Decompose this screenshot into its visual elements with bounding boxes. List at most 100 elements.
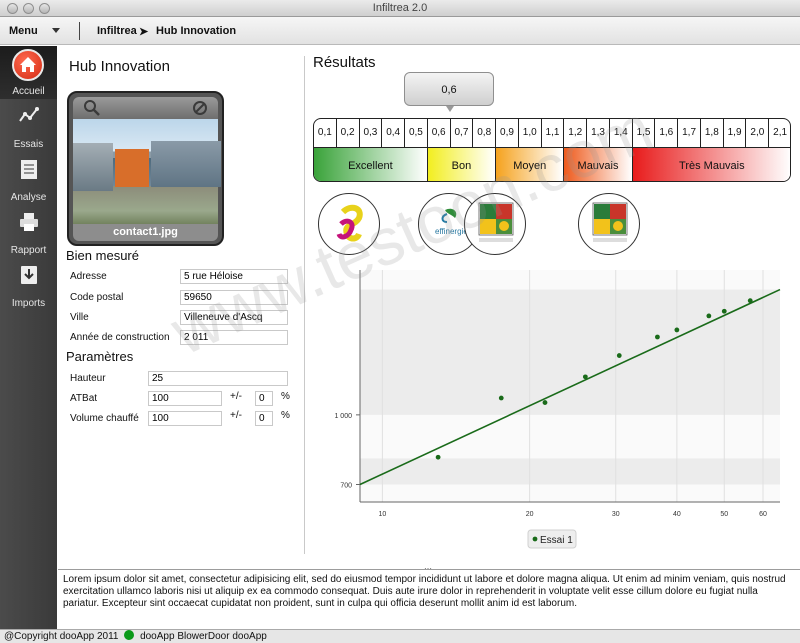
menu-button[interactable]: Menu [9, 25, 38, 37]
x-tick-label: 10 [378, 511, 386, 518]
plot-band [360, 289, 780, 415]
volume-tolerance-label: +/- [230, 410, 242, 421]
volume-chauffe-field[interactable] [148, 411, 222, 426]
status-bar: @Copyright dooApp 2011 dooApp BlowerDoor… [0, 629, 800, 643]
scale-tick-2: 0,3 [360, 119, 383, 147]
x-tick-label: 30 [612, 511, 620, 518]
scale-tick-11: 1,2 [564, 119, 588, 147]
sidebar-item-label: Imports [11, 298, 46, 309]
breadcrumb-separator-icon: ➤ [139, 26, 149, 38]
breadcrumb-root[interactable]: Infiltrea [97, 25, 137, 37]
data-point [616, 353, 622, 358]
flow-chart: 10 20 30 40 50 60 700 1 000 Essai 1 [330, 262, 790, 552]
x-tick-label: 20 [526, 511, 534, 518]
copyright-text: @Copyright dooApp 2011 [4, 631, 119, 642]
scale-tick-8: 0,9 [496, 119, 519, 147]
effinergie-swirl-icon [336, 204, 363, 242]
sidebar-item-accueil[interactable]: Accueil [0, 46, 57, 99]
photo-caption: contact1.jpg [73, 224, 218, 241]
download-icon [21, 266, 37, 284]
logo-pointer [345, 187, 353, 193]
permeability-scale: 0,1 0,2 0,3 0,4 0,5 0,6 0,7 0,8 0,9 1,0 1,1 1,2 1,3 1… [313, 118, 791, 182]
result-value-bubble: 0,6 [404, 72, 494, 106]
photo-toolbar [73, 97, 218, 119]
volume-unit: % [281, 410, 290, 421]
data-point [655, 334, 660, 340]
region-emblem-icon [478, 202, 514, 242]
project-title: Hub Innovation [69, 58, 170, 75]
scale-band-3: Mauvais [564, 148, 633, 181]
hauteur-field[interactable] [148, 371, 288, 386]
scale-tick-16: 1,7 [678, 119, 701, 147]
scale-tick-3: 0,4 [382, 119, 406, 147]
window-titlebar: Infiltrea 2.0 [0, 0, 800, 17]
code-postal-label: Code postal [70, 292, 124, 303]
effinergie-logo-text: effinergie [435, 227, 468, 236]
scale-tick-18: 1,9 [724, 119, 747, 147]
legend-marker [532, 536, 538, 542]
scale-tick-0: 0,1 [314, 119, 337, 147]
line-chart-icon [19, 107, 39, 122]
document-icon [21, 160, 37, 179]
plot-band [360, 458, 780, 485]
scale-tick-12: 1,3 [587, 119, 610, 147]
bien-mesure-title: Bien mesuré [66, 248, 139, 263]
sidebar-item-imports[interactable]: Imports [0, 258, 57, 311]
chevron-down-icon[interactable] [52, 28, 60, 33]
sidebar-item-label: Rapport [10, 245, 47, 256]
scale-tick-14: 1,5 [633, 119, 656, 147]
window-title: Infiltrea 2.0 [372, 2, 428, 14]
scale-tick-15: 1,6 [655, 119, 679, 147]
region-logo[interactable] [464, 193, 526, 255]
data-point [542, 400, 548, 405]
description-text[interactable]: Lorem ipsum dolor sit amet, consectetur … [58, 569, 800, 629]
logo-pointer [445, 187, 453, 193]
y-tick-label: 1 000 [334, 413, 352, 420]
sidebar-item-label: Analyse [10, 192, 47, 203]
scale-tick-20: 2,1 [769, 119, 790, 147]
scale-tick-5: 0,6 [428, 119, 451, 147]
minimize-window-button[interactable] [23, 3, 34, 14]
volume-chauffe-label: Volume chauffé [70, 413, 139, 424]
scale-bands: Excellent Bon Moyen Mauvais Très Mauvais [314, 147, 790, 181]
value-pointer-icon [446, 106, 454, 112]
atbat-tolerance-field[interactable] [255, 391, 273, 406]
x-tick-label: 60 [759, 511, 767, 518]
scale-tick-17: 1,8 [701, 119, 724, 147]
scale-tick-1: 0,2 [337, 119, 360, 147]
adresse-field[interactable] [180, 269, 288, 284]
printer-icon [20, 213, 38, 231]
volume-tolerance-field[interactable] [255, 411, 273, 426]
scale-ticks: 0,1 0,2 0,3 0,4 0,5 0,6 0,7 0,8 0,9 1,0 1,1 1,2 1,3 1… [314, 119, 790, 147]
atbat-tolerance-label: +/- [230, 391, 242, 402]
annee-construction-field[interactable] [180, 330, 288, 345]
effinergie-swirl-logo[interactable] [318, 193, 380, 255]
scale-tick-10: 1,1 [542, 119, 565, 147]
search-icon[interactable] [83, 99, 101, 117]
data-point [435, 454, 441, 460]
y-tick-label: 700 [340, 483, 352, 490]
scale-tick-6: 0,7 [451, 119, 474, 147]
scale-tick-19: 2,0 [746, 119, 770, 147]
ville-field[interactable] [180, 310, 288, 325]
sidebar-item-analyse[interactable]: Analyse [0, 152, 57, 205]
scale-band-2: Moyen [496, 148, 565, 181]
atbat-label: ATBat [70, 393, 98, 404]
sidebar-item-rapport[interactable]: Rapport [0, 205, 57, 258]
sidebar-item-essais[interactable]: Essais [0, 99, 57, 152]
code-postal-field[interactable] [180, 290, 288, 305]
remove-icon[interactable] [192, 100, 208, 116]
scale-tick-13: 1,4 [610, 119, 633, 147]
status-indicator-icon [124, 630, 135, 640]
adresse-label: Adresse [70, 271, 107, 282]
sidebar-item-label: Essais [13, 139, 44, 150]
close-window-button[interactable] [7, 3, 18, 14]
annee-construction-label: Année de construction [70, 332, 170, 343]
atbat-field[interactable] [148, 391, 222, 406]
scale-band-4: Très Mauvais [632, 148, 790, 181]
legend-label: Essai 1 [540, 535, 573, 546]
toolbar-divider [79, 22, 80, 40]
zoom-window-button[interactable] [39, 3, 50, 14]
region-logo-2[interactable] [578, 193, 640, 255]
project-photo[interactable]: contact1.jpg [67, 91, 224, 246]
